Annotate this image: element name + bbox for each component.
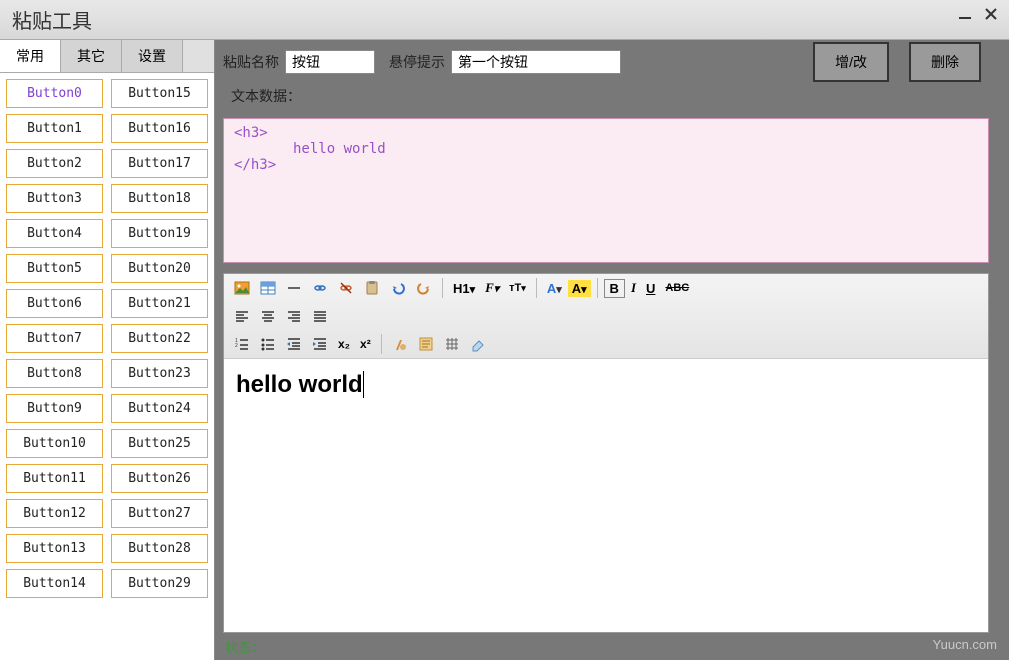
list-item[interactable]: Button21 — [111, 289, 208, 318]
select-all-icon[interactable] — [414, 333, 438, 355]
add-edit-button[interactable]: 增/改 — [813, 42, 889, 82]
list-item[interactable]: Button1 — [6, 114, 103, 143]
grid-icon[interactable] — [440, 333, 464, 355]
paste-name-input[interactable] — [285, 50, 375, 74]
paste-icon[interactable] — [360, 277, 384, 299]
italic-button[interactable]: I — [627, 278, 640, 298]
unlink-icon[interactable] — [334, 277, 358, 299]
window-title: 粘贴工具 — [12, 5, 92, 34]
outdent-icon[interactable] — [282, 333, 306, 355]
align-right-icon[interactable] — [282, 305, 306, 327]
editor-toolbar: H1▾ F▾ тT▾ A▾ A▾ B I U ABC — [224, 274, 988, 359]
list-item[interactable]: Button3 — [6, 184, 103, 213]
list-item[interactable]: Button29 — [111, 569, 208, 598]
tab-other[interactable]: 其它 — [61, 40, 122, 72]
hover-tip-input[interactable] — [451, 50, 621, 74]
align-left-icon[interactable] — [230, 305, 254, 327]
list-item[interactable]: Button7 — [6, 324, 103, 353]
font-size-dropdown[interactable]: тT▾ — [505, 280, 530, 296]
indent-icon[interactable] — [308, 333, 332, 355]
unordered-list-icon[interactable] — [256, 333, 280, 355]
ordered-list-icon[interactable]: 12 — [230, 333, 254, 355]
paste-name-label: 粘贴名称 — [223, 52, 279, 72]
list-item[interactable]: Button5 — [6, 254, 103, 283]
undo-icon[interactable] — [386, 277, 410, 299]
list-item[interactable]: Button10 — [6, 429, 103, 458]
list-item[interactable]: Button12 — [6, 499, 103, 528]
list-item[interactable]: Button28 — [111, 534, 208, 563]
button-grid: Button0 Button15 Button1 Button16 Button2 But… — [0, 73, 214, 660]
list-item[interactable]: Button24 — [111, 394, 208, 423]
tab-bar: 常用 其它 设置 — [0, 40, 214, 73]
content-area: 粘贴名称 悬停提示 增/改 删除 文本数据： — [215, 40, 1009, 660]
align-justify-icon[interactable] — [308, 305, 332, 327]
titlebar: 粘贴工具 — [0, 0, 1009, 40]
list-item[interactable]: Button8 — [6, 359, 103, 388]
redo-icon[interactable] — [412, 277, 436, 299]
watermark: Yuucn.com — [933, 637, 997, 652]
list-item[interactable]: Button0 — [6, 79, 103, 108]
list-item[interactable]: Button26 — [111, 464, 208, 493]
hr-icon[interactable] — [282, 277, 306, 299]
rich-editor: H1▾ F▾ тT▾ A▾ A▾ B I U ABC — [223, 273, 989, 633]
list-item[interactable]: Button4 — [6, 219, 103, 248]
heading-dropdown[interactable]: H1▾ — [449, 279, 479, 298]
table-icon[interactable] — [256, 277, 280, 299]
list-item[interactable]: Button27 — [111, 499, 208, 528]
list-item[interactable]: Button9 — [6, 394, 103, 423]
separator — [381, 334, 382, 354]
list-item[interactable]: Button11 — [6, 464, 103, 493]
list-item[interactable]: Button20 — [111, 254, 208, 283]
close-button[interactable] — [983, 6, 999, 22]
svg-text:2: 2 — [235, 343, 238, 349]
list-item[interactable]: Button2 — [6, 149, 103, 178]
subscript-button[interactable]: x₂ — [334, 335, 354, 353]
sidebar: 常用 其它 设置 Button0Button15Button1Button16B… — [0, 40, 215, 660]
tab-common[interactable]: 常用 — [0, 40, 61, 72]
tab-settings[interactable]: 设置 — [122, 40, 183, 72]
list-item[interactable]: Button6 — [6, 289, 103, 318]
list-item[interactable]: Button16 — [111, 114, 208, 143]
font-family-dropdown[interactable]: F▾ — [481, 278, 503, 298]
list-item[interactable]: Button19 — [111, 219, 208, 248]
font-color-dropdown[interactable]: A▾ — [543, 279, 566, 298]
list-item[interactable]: Button13 — [6, 534, 103, 563]
separator — [536, 278, 537, 298]
separator — [442, 278, 443, 298]
text-data-label: 文本数据： — [223, 82, 1001, 110]
separator — [597, 278, 598, 298]
list-item[interactable]: Button14 — [6, 569, 103, 598]
clear-format-icon[interactable] — [388, 333, 412, 355]
align-center-icon[interactable] — [256, 305, 280, 327]
eraser-icon[interactable] — [466, 333, 490, 355]
highlight-dropdown[interactable]: A▾ — [568, 280, 591, 297]
source-code-area[interactable]: <h3> hello world </h3> — [223, 118, 989, 263]
status-bar: 状态： — [215, 633, 1009, 660]
image-icon[interactable] — [230, 277, 254, 299]
list-item[interactable]: Button15 — [111, 79, 208, 108]
hover-tip-label: 悬停提示 — [389, 52, 445, 72]
delete-button[interactable]: 删除 — [909, 42, 981, 82]
list-item[interactable]: Button23 — [111, 359, 208, 388]
link-icon[interactable] — [308, 277, 332, 299]
editor-content[interactable]: hello world — [224, 359, 988, 632]
superscript-button[interactable]: x² — [356, 335, 375, 353]
list-item[interactable]: Button18 — [111, 184, 208, 213]
list-item[interactable]: Button22 — [111, 324, 208, 353]
list-item[interactable]: Button25 — [111, 429, 208, 458]
list-item[interactable]: Button17 — [111, 149, 208, 178]
underline-button[interactable]: U — [642, 279, 659, 298]
strike-button[interactable]: ABC — [661, 280, 693, 296]
bold-button[interactable]: B — [604, 279, 625, 298]
minimize-button[interactable] — [957, 6, 973, 22]
